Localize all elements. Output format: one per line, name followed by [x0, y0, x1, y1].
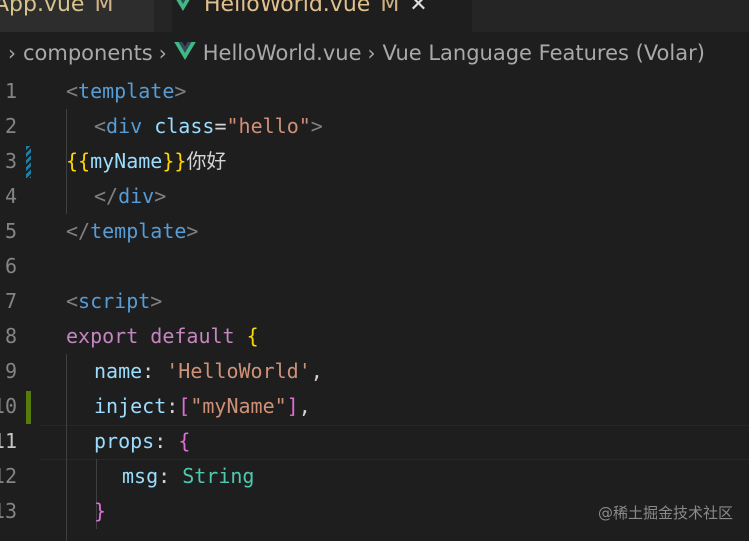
vue-file-icon [172, 0, 194, 17]
line-number: 12 [0, 464, 17, 488]
code-line: 5 </template> [0, 214, 749, 249]
line-number: 10 [0, 394, 17, 418]
code-text: props: { [94, 424, 190, 459]
tag-name: script [78, 289, 151, 313]
comma: , [310, 359, 323, 383]
interpolation-expression: myName [90, 149, 163, 173]
code-line: 10 inject:["myName"], [0, 389, 749, 424]
colon: : [158, 464, 183, 488]
line-number: 7 [4, 289, 17, 313]
line-number: 6 [4, 254, 17, 278]
property-name: inject [94, 394, 167, 418]
mustache-close: }} [162, 149, 187, 173]
brace: { [246, 324, 259, 348]
tab-label: HelloWorld.vue [204, 0, 371, 17]
code-text: } [94, 494, 106, 529]
code-text: msg: String [122, 459, 254, 494]
tab-bar: App.vue M HelloWorld.vue M ✕ [0, 0, 749, 32]
line-number: 11 [0, 429, 17, 453]
tag-bracket: > [150, 289, 163, 313]
template-text: 你好 [186, 149, 227, 173]
tag-bracket: < [66, 289, 79, 313]
type-name: String [182, 464, 255, 488]
tag-name: template [78, 79, 175, 103]
modified-badge: M [94, 0, 114, 17]
chevron-right-icon: › [8, 41, 16, 65]
tab-app-vue[interactable]: App.vue M [0, 0, 154, 32]
line-number: 8 [4, 324, 17, 348]
colon: : [154, 429, 179, 453]
code-text: name: 'HelloWorld', [94, 354, 323, 389]
line-number: 9 [4, 359, 17, 383]
code-line: 12 msg: String [0, 459, 749, 494]
code-text: {{myName}}你好 [66, 144, 226, 179]
breadcrumb-file[interactable]: HelloWorld.vue [203, 41, 362, 65]
tag-name: div [106, 114, 143, 138]
breadcrumb-symbol[interactable]: Vue Language Features (Volar) [383, 41, 705, 65]
line-number: 5 [4, 219, 17, 243]
code-line: 2 <div class="hello"> [0, 109, 749, 144]
string-literal: 'HelloWorld' [166, 359, 311, 383]
colon: : [142, 359, 167, 383]
code-line: 6 [0, 249, 749, 284]
code-text: <div class="hello"> [94, 109, 323, 144]
property-name: name [94, 359, 143, 383]
vue-file-icon [173, 41, 196, 65]
line-number: 2 [4, 114, 17, 138]
tag-name: template [90, 219, 187, 243]
code-text: </template> [66, 214, 198, 249]
attribute-name: class [154, 114, 215, 138]
tag-bracket: < [94, 114, 107, 138]
line-number: 1 [4, 79, 17, 103]
code-line: 1 <template> [0, 74, 749, 109]
code-text: <script> [66, 284, 162, 319]
tag-bracket: > [186, 219, 199, 243]
code-text: <template> [66, 74, 186, 109]
code-line: 7 <script> [0, 284, 749, 319]
tag-name: div [118, 184, 155, 208]
tag-bracket: > [310, 114, 323, 138]
line-number: 13 [0, 499, 17, 523]
code-line: 11 props: { [0, 424, 749, 459]
modified-badge: M [380, 0, 400, 17]
code-text: inject:["myName"], [94, 389, 311, 424]
breadcrumb: › components › HelloWorld.vue › Vue Lang… [0, 32, 749, 74]
tag-bracket: </ [66, 219, 91, 243]
bracket: [ [178, 394, 191, 418]
tag-bracket: > [174, 79, 187, 103]
code-line: 4 </div> [0, 179, 749, 214]
string-literal: "myName" [190, 394, 287, 418]
colon: : [166, 394, 179, 418]
line-number: 3 [4, 149, 17, 173]
chevron-right-icon: › [367, 41, 376, 65]
code-text: export default { [66, 319, 259, 354]
code-editor[interactable]: 1 <template> 2 <div class="hello"> 3 {{m… [0, 74, 749, 541]
code-text: </div> [94, 179, 166, 214]
tag-bracket: </ [94, 184, 119, 208]
breadcrumb-folder[interactable]: components [23, 41, 153, 65]
line-number: 4 [4, 184, 17, 208]
comma: , [298, 394, 311, 418]
watermark: @稀土掘金技术社区 [597, 504, 733, 522]
tag-bracket: > [154, 184, 167, 208]
tag-bracket: < [66, 79, 79, 103]
code-line: 8 export default { [0, 319, 749, 354]
attribute-value: "hello" [226, 114, 311, 138]
keyword: export default [66, 324, 235, 348]
mustache-open: {{ [66, 149, 91, 173]
property-name: props [94, 429, 155, 453]
property-name: msg [122, 464, 159, 488]
code-line: 9 name: 'HelloWorld', [0, 354, 749, 389]
close-icon[interactable]: ✕ [409, 0, 427, 17]
brace: { [178, 429, 191, 453]
equals: = [214, 114, 227, 138]
code-line: 3 {{myName}}你好 [0, 144, 749, 179]
brace: } [94, 499, 107, 523]
tab-label: App.vue [0, 0, 85, 17]
bracket: ] [286, 394, 299, 418]
tab-helloworld-vue[interactable]: HelloWorld.vue M ✕ [172, 0, 472, 32]
chevron-right-icon: › [158, 41, 167, 65]
